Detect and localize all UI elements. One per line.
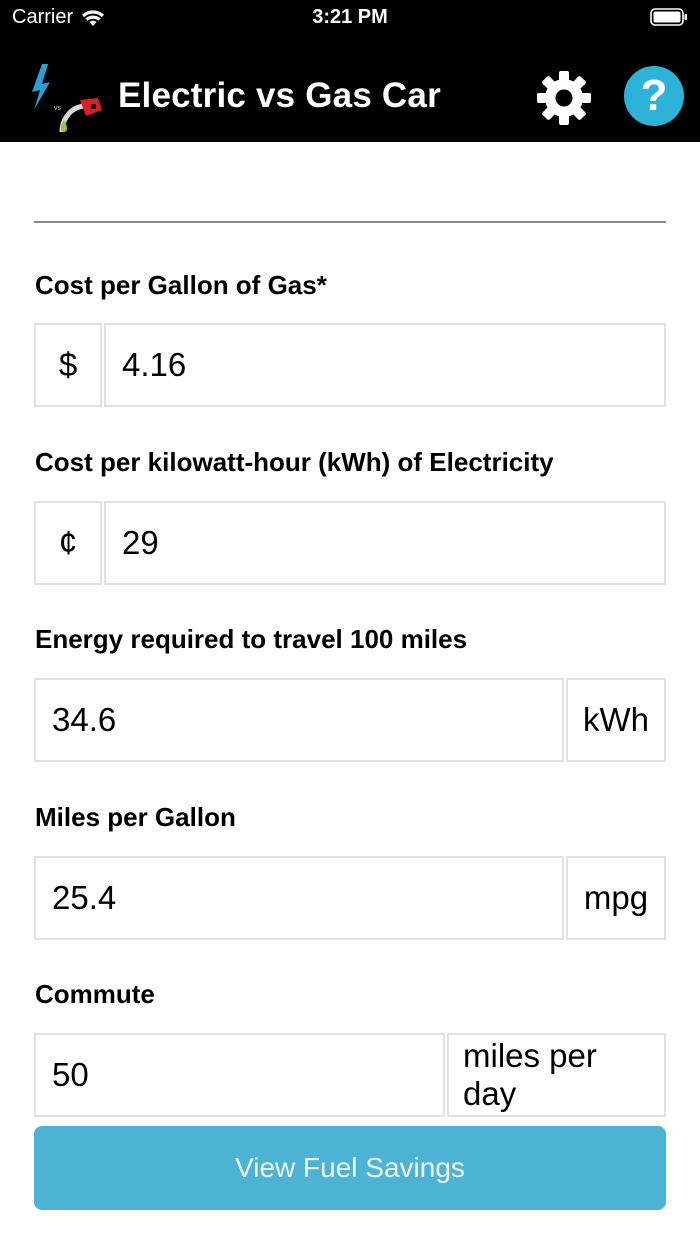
view-fuel-savings-button[interactable]: View Fuel Savings [34,1126,666,1210]
mpg-label: Miles per Gallon [35,802,236,832]
status-bar: Carrier 3:21 PM [0,0,700,36]
gas-cost-label: Cost per Gallon of Gas* [35,270,327,300]
app-title: Electric vs Gas Car [118,76,441,115]
mpg-row: 25.4 mpg [34,856,666,940]
mpg-suffix: mpg [566,856,666,940]
miles-per-day-suffix: miles per day [447,1033,666,1117]
gas-cost-row: $ 4.16 [34,323,666,407]
battery-icon [650,8,687,26]
help-button[interactable]: ? [624,66,684,126]
electric-cost-label: Cost per kilowatt-hour (kWh) of Electric… [35,447,554,477]
dollar-prefix: $ [34,323,102,407]
cent-prefix: ¢ [34,501,102,585]
commute-label: Commute [35,979,155,1009]
navigation-bar: vs Electric vs Gas Car ? [0,50,700,142]
energy-label: Energy required to travel 100 miles [35,624,468,654]
mpg-input[interactable]: 25.4 [34,856,564,940]
status-time: 3:21 PM [312,6,388,28]
energy-input[interactable]: 34.6 [34,678,564,762]
commute-row: 50 miles per day [34,1033,666,1117]
kwh-suffix: kWh [566,678,666,762]
top-bar: Carrier 3:21 PM vs Electric vs Gas Car ? [0,0,700,142]
commute-input[interactable]: 50 [34,1033,445,1117]
settings-gear-icon[interactable] [536,70,592,126]
electric-cost-row: ¢ 29 [34,501,666,585]
energy-row: 34.6 kWh [34,678,666,762]
svg-text:vs: vs [54,105,62,112]
divider [34,221,666,223]
app-logo-icon: vs [32,64,102,133]
electric-cost-input[interactable]: 29 [104,501,666,585]
gas-cost-input[interactable]: 4.16 [104,323,666,407]
